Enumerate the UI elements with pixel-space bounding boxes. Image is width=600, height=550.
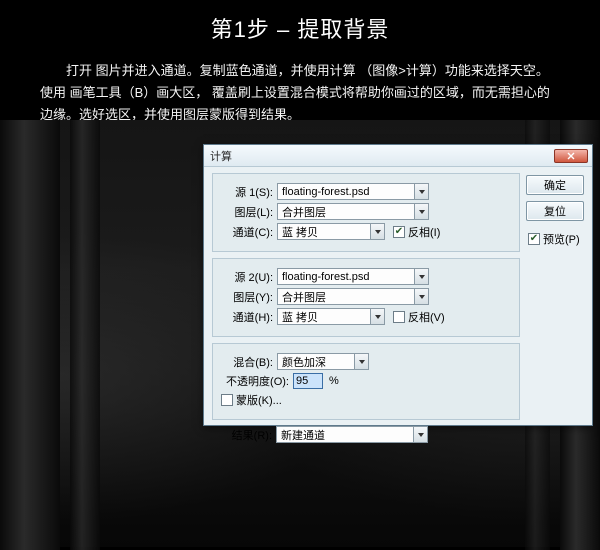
preview-checkbox[interactable]: ✔ 预览(P)	[528, 231, 584, 247]
source2-layer-value: 合并图层	[282, 289, 414, 305]
source1-layer-value: 合并图层	[282, 204, 414, 220]
page-title: 第1步 – 提取背景	[0, 0, 600, 44]
chevron-down-icon	[414, 204, 428, 219]
source1-invert-label: 反相(I)	[408, 224, 440, 240]
blending-label: 混合(B):	[221, 354, 277, 370]
close-icon	[567, 152, 575, 160]
result-value: 新建通道	[281, 427, 413, 443]
source1-channel-label: 通道(C):	[221, 224, 277, 240]
dialog-title: 计算	[210, 148, 554, 164]
result-label: 结果(R):	[220, 427, 276, 443]
chevron-down-icon	[413, 427, 427, 442]
chevron-down-icon	[414, 184, 428, 199]
source2-label: 源 2(U):	[221, 269, 277, 285]
source1-layer-dropdown[interactable]: 合并图层	[277, 203, 429, 220]
source1-layer-label: 图层(L):	[221, 204, 277, 220]
reset-button[interactable]: 复位	[526, 201, 584, 221]
chevron-down-icon	[370, 309, 384, 324]
dialog-close-button[interactable]	[554, 149, 588, 163]
source2-layer-label: 图层(Y):	[221, 289, 277, 305]
source2-layer-dropdown[interactable]: 合并图层	[277, 288, 429, 305]
source2-channel-label: 通道(H):	[221, 309, 277, 325]
source1-channel-value: 蓝 拷贝	[282, 224, 370, 240]
source1-file-dropdown[interactable]: floating-forest.psd	[277, 183, 429, 200]
checkbox-icon: ✔	[528, 233, 540, 245]
checkbox-icon	[393, 311, 405, 323]
preview-label: 预览(P)	[543, 231, 580, 247]
ok-button[interactable]: 确定	[526, 175, 584, 195]
source1-label: 源 1(S):	[221, 184, 277, 200]
source1-group: 源 1(S): floating-forest.psd 图层(L): 合并图层 …	[212, 173, 520, 252]
mask-label: 蒙版(K)...	[236, 392, 282, 408]
source1-invert-checkbox[interactable]: ✔ 反相(I)	[393, 224, 440, 240]
chevron-down-icon	[414, 289, 428, 304]
chevron-down-icon	[370, 224, 384, 239]
checkbox-icon: ✔	[393, 226, 405, 238]
source2-invert-checkbox[interactable]: 反相(V)	[393, 309, 445, 325]
source2-channel-dropdown[interactable]: 蓝 拷贝	[277, 308, 385, 325]
source2-group: 源 2(U): floating-forest.psd 图层(Y): 合并图层 …	[212, 258, 520, 337]
result-dropdown[interactable]: 新建通道	[276, 426, 428, 443]
source2-invert-label: 反相(V)	[408, 309, 445, 325]
source2-file-value: floating-forest.psd	[282, 271, 414, 283]
mask-checkbox[interactable]: 蒙版(K)...	[221, 392, 282, 408]
calculations-dialog: 计算 源 1(S): floating-forest.psd 图层(L): 合并…	[203, 144, 593, 426]
opacity-unit: %	[329, 375, 339, 387]
opacity-label: 不透明度(O):	[221, 373, 293, 389]
source2-file-dropdown[interactable]: floating-forest.psd	[277, 268, 429, 285]
blending-group: 混合(B): 颜色加深 不透明度(O): % 蒙版(K)...	[212, 343, 520, 420]
checkbox-icon	[221, 394, 233, 406]
dialog-titlebar[interactable]: 计算	[204, 145, 592, 167]
source2-channel-value: 蓝 拷贝	[282, 309, 370, 325]
blending-mode-dropdown[interactable]: 颜色加深	[277, 353, 369, 370]
chevron-down-icon	[354, 354, 368, 369]
blending-mode-value: 颜色加深	[282, 354, 354, 370]
opacity-input[interactable]	[293, 373, 323, 389]
chevron-down-icon	[414, 269, 428, 284]
source1-file-value: floating-forest.psd	[282, 186, 414, 198]
source1-channel-dropdown[interactable]: 蓝 拷贝	[277, 223, 385, 240]
